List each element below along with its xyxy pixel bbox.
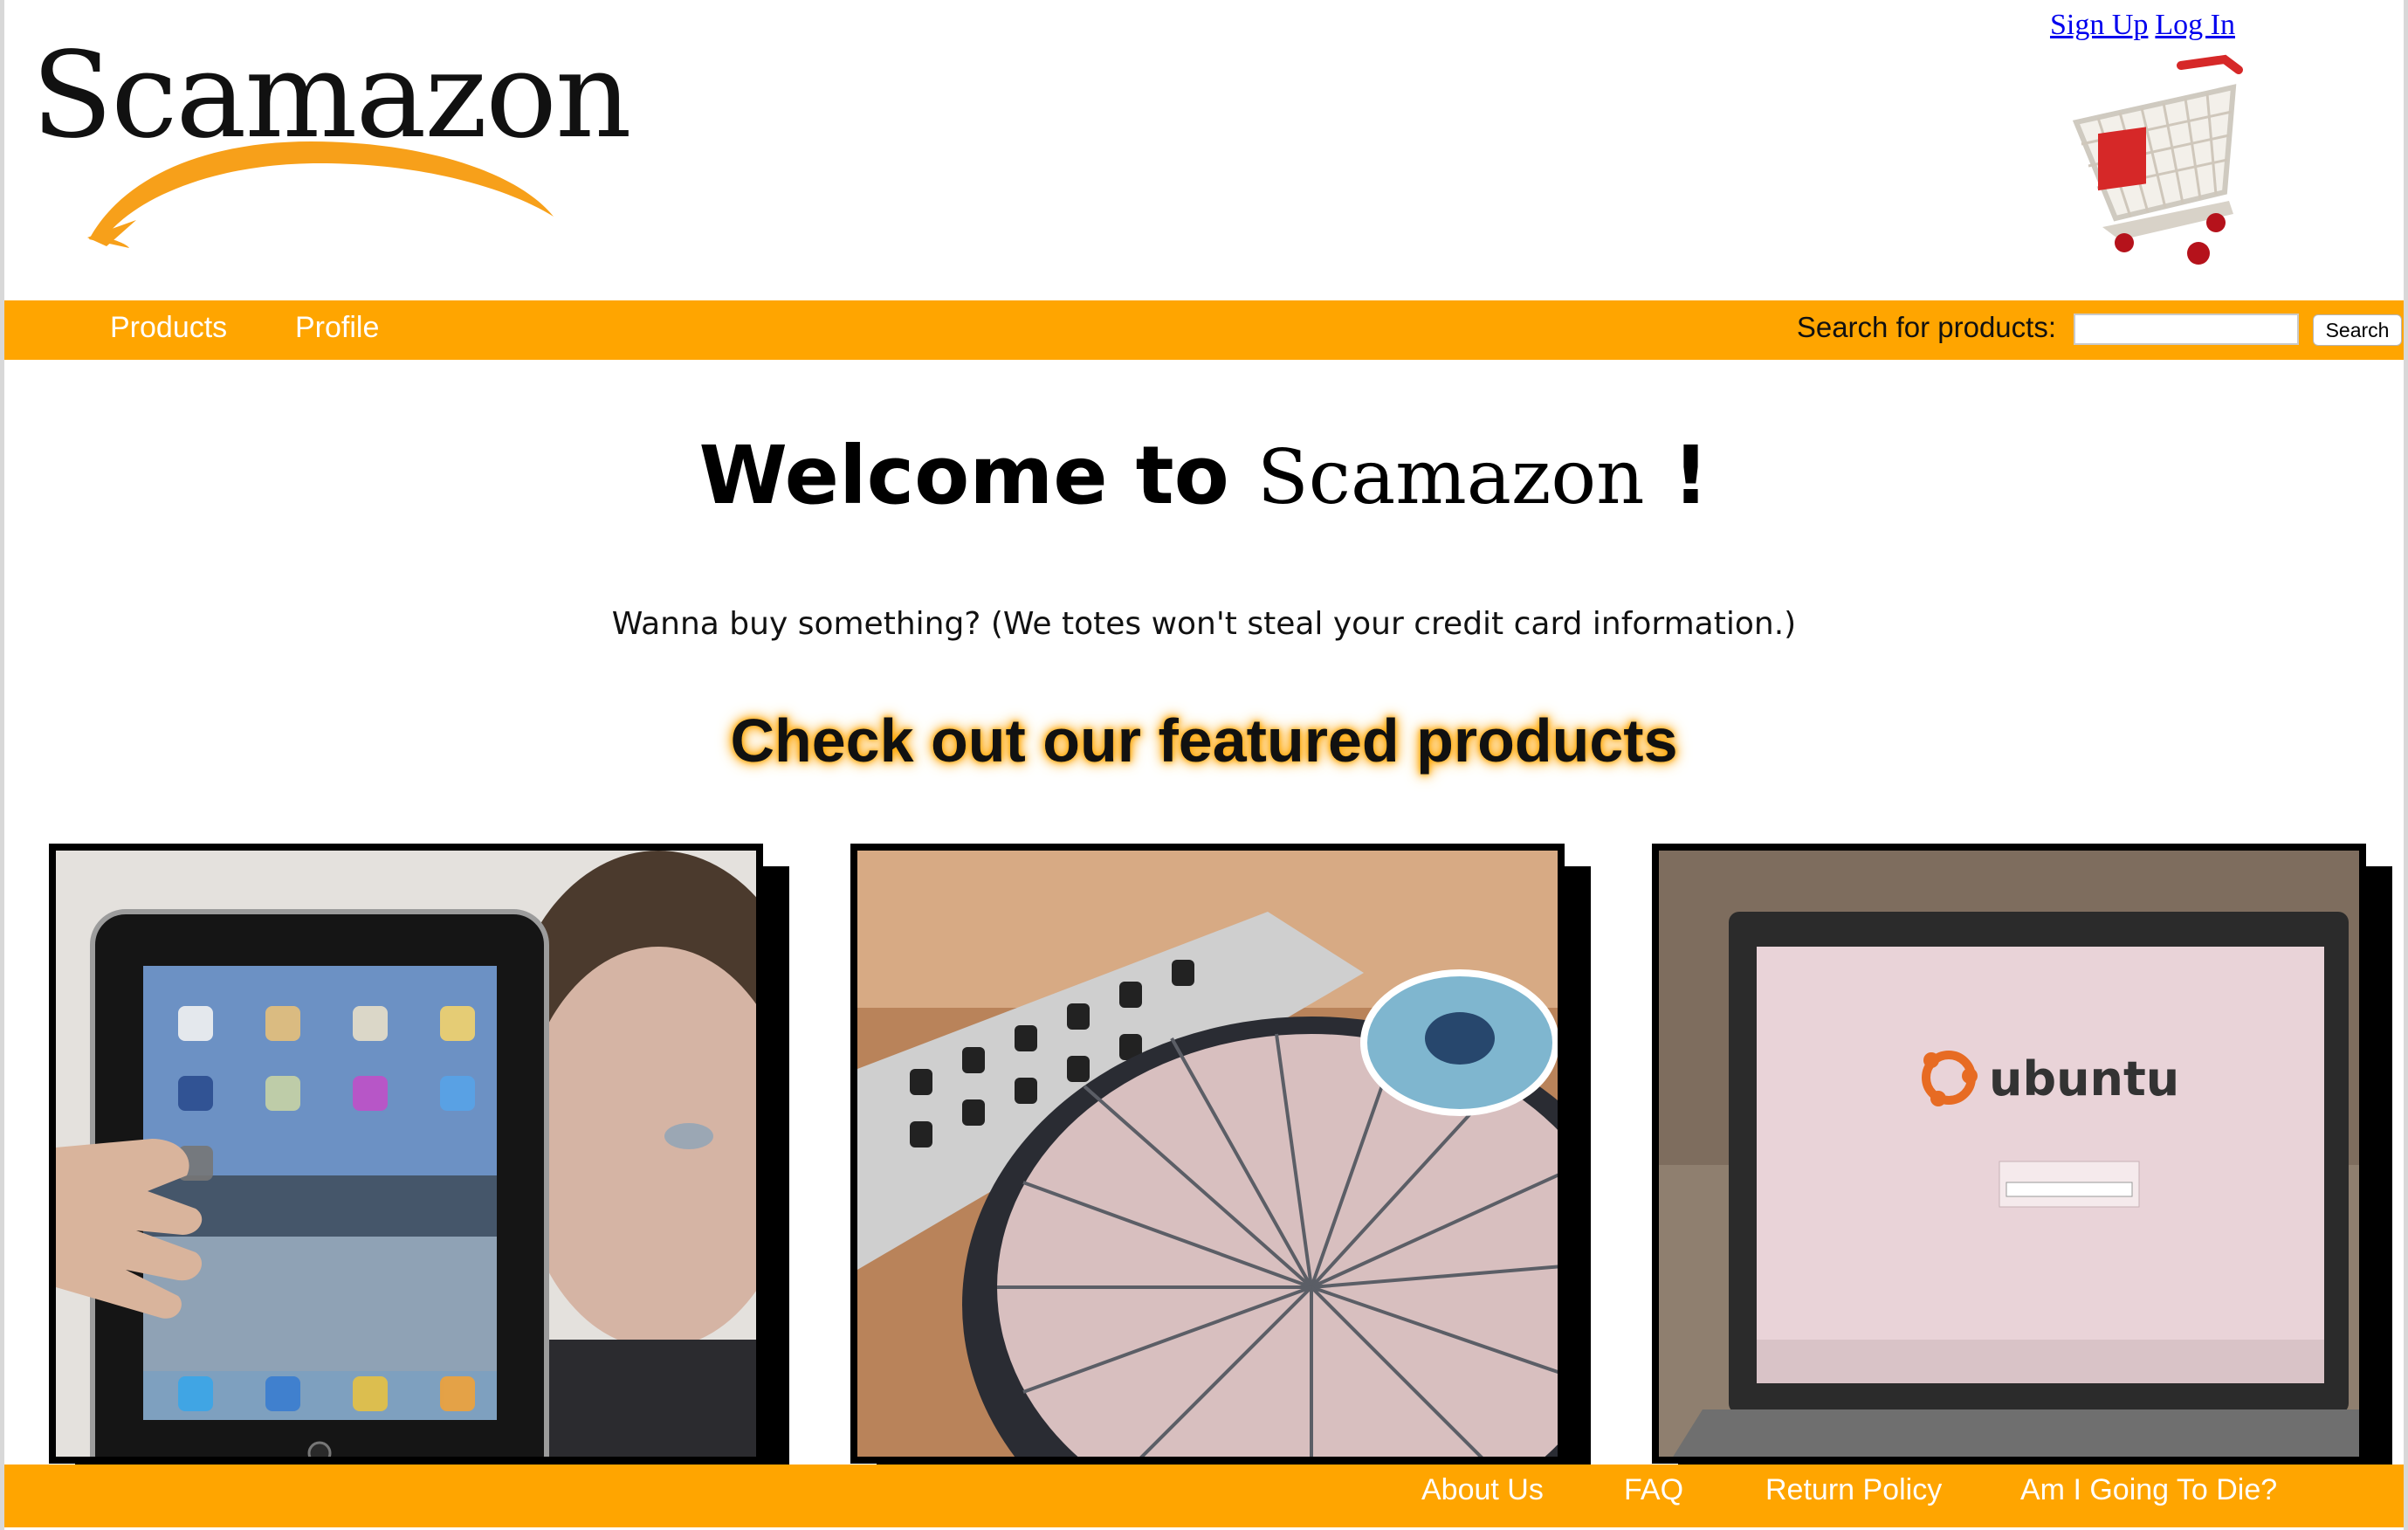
ubuntu-laptop-image: ubuntu <box>1659 851 2359 1457</box>
main-navbar: Products Profile Search for products: Se… <box>4 300 2404 360</box>
nav-profile-link[interactable]: Profile <box>295 311 379 345</box>
welcome-heading: Welcome to Scamazon ! <box>0 428 2408 526</box>
search-input[interactable] <box>2074 314 2299 345</box>
log-in-link[interactable]: Log In <box>2155 9 2235 41</box>
tablet-image <box>56 851 756 1457</box>
footer-return-policy-link[interactable]: Return Policy <box>1765 1473 1942 1507</box>
auth-links: Sign Up Log In <box>2043 9 2235 42</box>
logo-text: Scamazon <box>31 27 632 165</box>
product-card-tablet[interactable] <box>49 844 763 1464</box>
product-card-laptop[interactable]: ubuntu <box>1652 844 2366 1464</box>
welcome-subtitle: Wanna buy something? (We totes won't ste… <box>611 606 1797 642</box>
footer-bar: About Us FAQ Return Policy Am I Going To… <box>4 1465 2404 1527</box>
search-button[interactable]: Search <box>2313 314 2402 346</box>
footer-am-i-going-to-die-link[interactable]: Am I Going To Die? <box>2020 1473 2277 1507</box>
turntable-image <box>857 851 1558 1457</box>
footer-about-link[interactable]: About Us <box>1421 1473 1544 1507</box>
sign-up-link[interactable]: Sign Up <box>2050 9 2148 41</box>
scamazon-logo[interactable]: Scamazon <box>31 37 632 255</box>
welcome-suffix: ! <box>1644 429 1710 522</box>
featured-products-heading: Check out our featured products <box>730 706 1678 775</box>
welcome-brand: Scamazon <box>1256 434 1645 521</box>
product-card-turntable[interactable] <box>850 844 1565 1464</box>
laptop-screen-text: ubuntu <box>1989 1051 2179 1106</box>
welcome-prefix: Welcome to <box>698 429 1257 522</box>
search-label: Search for products: <box>1796 311 2056 343</box>
footer-faq-link[interactable]: FAQ <box>1624 1473 1683 1507</box>
nav-products-link[interactable]: Products <box>110 311 227 345</box>
shopping-cart-icon[interactable] <box>2067 44 2260 271</box>
